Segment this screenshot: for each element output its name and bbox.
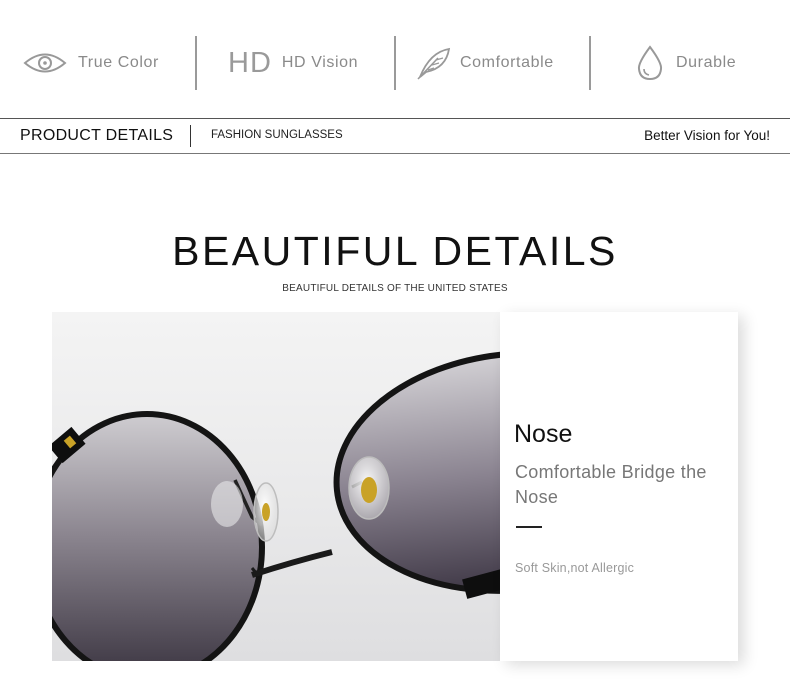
feature-divider (394, 36, 396, 90)
hd-icon: HD (228, 46, 272, 79)
feature-label: Comfortable (460, 54, 554, 71)
category-label: FASHION SUNGLASSES (211, 129, 343, 141)
detail-note: Soft Skin,not Allergic (515, 561, 635, 575)
product-details-bar: PRODUCT DETAILS FASHION SUNGLASSES Bette… (0, 118, 790, 154)
detail-card: Nose Comfortable Bridge the Nose Soft Sk… (500, 312, 738, 661)
feature-comfortable: Comfortable (416, 40, 554, 86)
sunglasses-closeup-image (52, 350, 500, 661)
water-drop-icon (636, 45, 664, 81)
detail-heading: Nose (514, 420, 573, 448)
feature-divider (589, 36, 591, 90)
eye-icon (22, 50, 68, 76)
section-subtitle: BEAUTIFUL DETAILS OF THE UNITED STATES (282, 283, 508, 294)
feature-label: HD Vision (281, 54, 359, 71)
product-details-heading: PRODUCT DETAILS (20, 127, 174, 144)
feature-durable: Durable (636, 40, 736, 86)
feather-icon (416, 46, 452, 80)
bar-divider (190, 125, 191, 147)
product-photo (52, 312, 500, 661)
tagline: Better Vision for You! (644, 128, 770, 143)
detail-description: Comfortable Bridge the Nose (515, 462, 707, 507)
feature-true-color: True Color (22, 40, 159, 86)
feature-label: True Color (78, 54, 159, 71)
section-title: BEAUTIFUL DETAILS (172, 228, 618, 274)
feature-strip: True Color HD HD Vision Comfortable Dura… (0, 0, 790, 118)
feature-hd-vision: HD HD Vision (228, 40, 358, 86)
feature-label: Durable (676, 54, 737, 71)
detail-divider (516, 526, 542, 528)
feature-divider (195, 36, 197, 90)
